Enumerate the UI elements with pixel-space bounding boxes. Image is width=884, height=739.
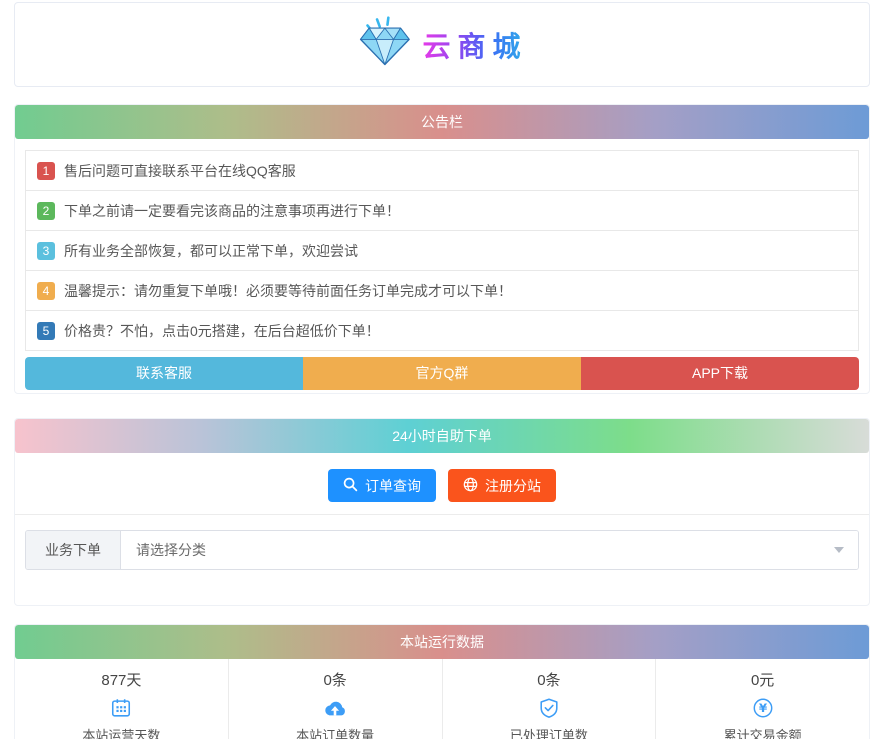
cloud-upload-icon [229, 695, 442, 721]
order-header: 24小时自助下单 [15, 419, 869, 453]
site-logo[interactable]: 云商城 [356, 16, 527, 73]
yen-circle-icon: ¥ [656, 695, 869, 721]
stat-label: 累计交易金额 [723, 728, 802, 739]
notice-text-5: 价格贵？不怕，点击0元搭建，在后台超低价下单！ [64, 322, 380, 339]
order-section: 24小时自助下单 订单查询 注册分站 业务下单 请选择分类 [14, 418, 870, 606]
order-query-label: 订单查询 [365, 477, 421, 494]
app-download-button[interactable]: APP下载 [581, 357, 859, 390]
site-header: 云商城 [14, 2, 870, 87]
svg-text:¥: ¥ [758, 701, 767, 715]
notice-badge-1: 1 [37, 161, 55, 180]
stat-value: 0条 [537, 672, 561, 689]
search-icon [343, 477, 358, 495]
stat-order-count: 0条 本站订单数量 [227, 659, 442, 739]
stat-running-days: 877天 本站运营天数 [15, 659, 228, 739]
notice-item-4: 4 温馨提示：请勿重复下单哦！必须要等待前面任务订单完成才可以下单！ [25, 270, 859, 311]
site-title: 云商城 [422, 25, 527, 65]
announcement-header: 公告栏 [15, 105, 869, 139]
notice-badge-3: 3 [37, 241, 55, 260]
stat-total-amount: 0元 ¥ 累计交易金额 [655, 659, 869, 739]
notice-text-3: 所有业务全部恢复，都可以正常下单，欢迎尝试 [64, 242, 358, 259]
notice-item-3: 3 所有业务全部恢复，都可以正常下单，欢迎尝试 [25, 230, 859, 271]
category-select-placeholder: 请选择分类 [136, 542, 206, 558]
stat-value: 0元 [750, 672, 775, 689]
business-order-row: 业务下单 请选择分类 [25, 530, 859, 570]
stat-label: 本站订单数量 [296, 728, 375, 739]
stat-label: 已处理订单数 [509, 728, 588, 739]
globe-icon [463, 477, 478, 495]
shield-check-icon [443, 695, 656, 721]
announcement-button-group: 联系客服 官方Q群 APP下载 [25, 357, 859, 390]
calendar-icon [15, 695, 228, 721]
announcement-section: 公告栏 1 售后问题可直接联系平台在线QQ客服 2 下单之前请一定要看完该商品的… [14, 104, 870, 394]
chevron-down-icon [834, 547, 844, 553]
official-qq-group-button[interactable]: 官方Q群 [303, 357, 581, 390]
stats-section: 本站运行数据 877天 本站运营天数 0条 本站订单数量 0条 已处理订单数 0… [14, 624, 870, 739]
notice-text-1: 售后问题可直接联系平台在线QQ客服 [64, 162, 296, 179]
notice-item-1: 1 售后问题可直接联系平台在线QQ客服 [25, 150, 859, 191]
notice-item-5: 5 价格贵？不怕，点击0元搭建，在后台超低价下单！ [25, 310, 859, 351]
register-substation-button[interactable]: 注册分站 [448, 469, 556, 502]
notice-badge-2: 2 [37, 201, 55, 220]
stat-value: 877天 [101, 672, 142, 689]
register-substation-label: 注册分站 [485, 477, 541, 494]
diamond-icon [356, 16, 412, 73]
stat-processed-orders: 0条 已处理订单数 [441, 659, 656, 739]
notice-badge-5: 5 [37, 321, 55, 340]
notice-text-4: 温馨提示：请勿重复下单哦！必须要等待前面任务订单完成才可以下单！ [64, 282, 512, 299]
contact-service-button[interactable]: 联系客服 [25, 357, 303, 390]
notice-item-2: 2 下单之前请一定要看完该商品的注意事项再进行下单！ [25, 190, 859, 231]
business-order-label: 业务下单 [26, 531, 121, 569]
notice-badge-4: 4 [37, 281, 55, 300]
stat-value: 0条 [323, 672, 347, 689]
order-query-button[interactable]: 订单查询 [328, 469, 436, 502]
stats-header: 本站运行数据 [15, 625, 869, 659]
category-select[interactable]: 请选择分类 [121, 531, 858, 569]
notice-text-2: 下单之前请一定要看完该商品的注意事项再进行下单！ [64, 202, 400, 219]
stat-label: 本站运营天数 [82, 728, 161, 739]
